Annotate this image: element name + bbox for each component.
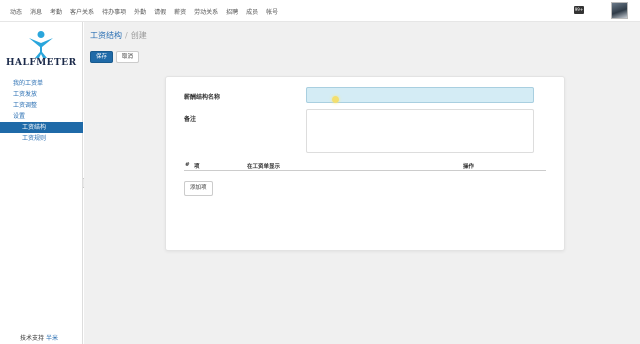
nav-item-messages[interactable]: 消息 xyxy=(30,7,42,16)
sidebar-menu: 我的工资单 工资发放 工资调整 设置 工资结构 工资规则 xyxy=(0,78,83,144)
breadcrumb-current: 创建 xyxy=(130,31,147,40)
add-item-button[interactable]: 添加项 xyxy=(184,181,213,196)
structure-name-label: 薪酬结构名称 xyxy=(184,94,221,101)
nav-item-recruitment[interactable]: 招聘 xyxy=(226,7,238,16)
nav-item-account[interactable]: 帐号 xyxy=(266,7,278,16)
column-show-on-payslip-header: 在工资单显示 xyxy=(247,164,281,170)
main-content: 工资结构 / 创建 保存 取消 薪酬结构名称 备注 # 项 在工资单显示 操作 添加… xyxy=(84,22,640,344)
save-button[interactable]: 保存 xyxy=(90,51,114,63)
sidebar: HALFMETER 我的工资单 工资发放 工资调整 设置 工资结构 工资规则 技… xyxy=(0,22,83,344)
sidebar-item-salary-structure[interactable]: 工资结构 xyxy=(0,122,83,133)
remark-label: 备注 xyxy=(184,116,197,123)
user-avatar[interactable] xyxy=(611,2,628,19)
nav-item-crm[interactable]: 客户关系 xyxy=(70,7,94,16)
remark-textarea[interactable] xyxy=(306,109,534,153)
sidebar-item-my-payslip[interactable]: 我的工资单 xyxy=(0,78,83,89)
top-menu: 动态 消息 考勤 客户关系 待办事项 外勤 请假 薪资 劳动关系 招聘 成员 帐… xyxy=(6,0,282,22)
nav-item-dynamics[interactable]: 动态 xyxy=(10,7,22,16)
sidebar-item-salary-adjustment[interactable]: 工资调整 xyxy=(0,100,83,111)
items-table-header: # 项 在工资单显示 操作 xyxy=(184,159,546,171)
cancel-button[interactable]: 取消 xyxy=(116,51,140,63)
nav-item-attendance[interactable]: 考勤 xyxy=(50,7,62,16)
halfmeter-logo[interactable]: HALFMETER xyxy=(6,30,76,70)
notification-badge[interactable]: 99+ xyxy=(574,6,584,14)
column-item-header: 项 xyxy=(194,164,200,170)
top-navbar: 动态 消息 考勤 客户关系 待办事项 外勤 请假 薪资 劳动关系 招聘 成员 帐… xyxy=(0,0,640,22)
sidebar-item-settings[interactable]: 设置 xyxy=(0,111,83,122)
logo-figure-icon xyxy=(29,31,53,58)
nav-item-labor-relations[interactable]: 劳动关系 xyxy=(194,7,218,16)
nav-item-members[interactable]: 成员 xyxy=(246,7,258,16)
nav-item-leave[interactable]: 请假 xyxy=(154,7,166,16)
salary-structure-form: 薪酬结构名称 备注 # 项 在工资单显示 操作 添加项 xyxy=(165,76,565,251)
breadcrumb-separator: / xyxy=(125,31,128,40)
nav-item-salary[interactable]: 薪资 xyxy=(174,7,186,16)
sidebar-item-salary-rules[interactable]: 工资规则 xyxy=(0,133,83,144)
breadcrumb-parent[interactable]: 工资结构 xyxy=(90,31,122,40)
column-index-header: # xyxy=(185,162,190,168)
tech-support: 技术支持 半米 xyxy=(20,333,58,342)
sidebar-item-salary-payment[interactable]: 工资发放 xyxy=(0,89,83,100)
action-bar: 保存 取消 xyxy=(90,51,142,63)
cursor-highlight xyxy=(332,96,339,103)
structure-name-input[interactable] xyxy=(306,87,534,103)
nav-item-field-work[interactable]: 外勤 xyxy=(134,7,146,16)
logo-text: HALFMETER xyxy=(6,58,77,68)
tech-support-link[interactable]: 半米 xyxy=(46,335,58,342)
notification-count: 99+ xyxy=(574,7,584,12)
breadcrumb: 工资结构 / 创建 xyxy=(90,30,147,41)
column-actions-header: 操作 xyxy=(463,164,475,170)
nav-item-todo[interactable]: 待办事项 xyxy=(102,7,126,16)
tech-support-label: 技术支持 xyxy=(20,335,45,342)
